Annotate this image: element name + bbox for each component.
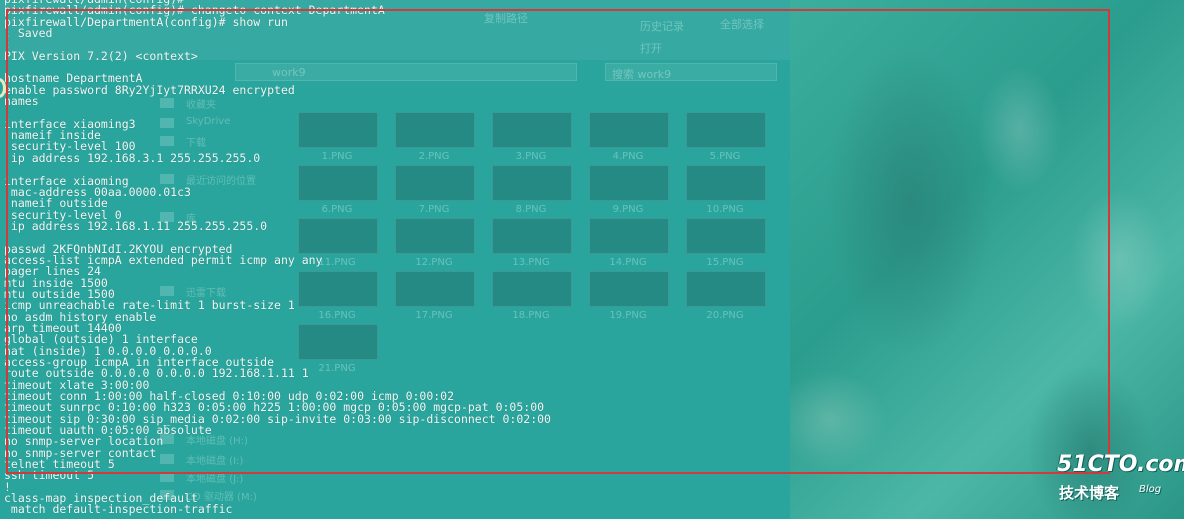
pix-console[interactable]: pixfirewall/admin(config)#pixfirewall/ad…: [0, 0, 790, 519]
console-line: ip address 192.168.1.11 255.255.255.0: [4, 218, 268, 233]
watermark-subtitle: 技术博客: [1059, 484, 1120, 502]
console-line: PIX Version 7.2(2) <context>: [4, 48, 198, 63]
console-line: ip address 192.168.3.1 255.255.255.0: [4, 150, 261, 165]
console-output: pixfirewall/admin(config)#pixfirewall/ad…: [4, 0, 551, 516]
watermark-51cto: 51CTO.com 技术博客 Blog: [1057, 452, 1184, 507]
watermark-logo: 51CTO.com: [1057, 452, 1184, 477]
console-line: ssh timeout 5: [4, 468, 95, 483]
desktop-wallpaper: [790, 0, 1184, 519]
console-line: match default-inspection-traffic: [4, 502, 233, 517]
console-line: enable password 8Ry2YjIyt7RRXU24 encrypt…: [4, 82, 295, 97]
watermark-blog-tag: Blog: [1139, 484, 1162, 495]
console-line: names: [4, 94, 39, 109]
console-line: : Saved: [4, 26, 53, 41]
console-line: pixfirewall/DepartmentA(config)# show ru…: [4, 14, 288, 29]
